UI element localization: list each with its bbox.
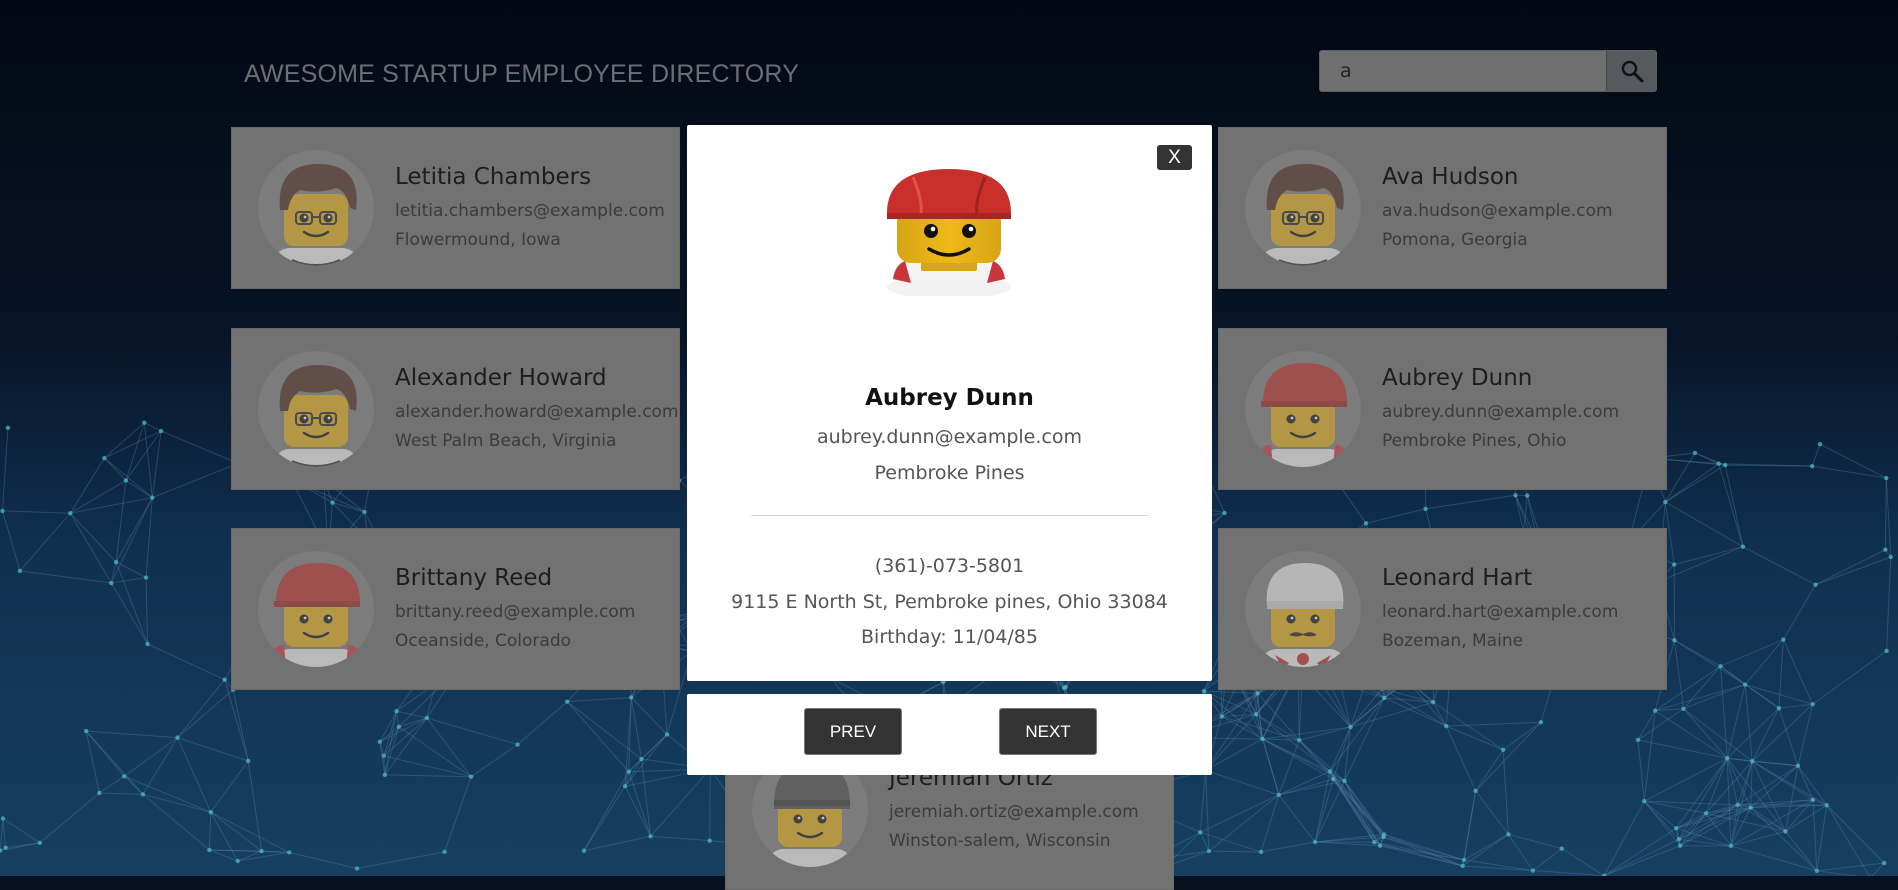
employee-name: Brittany Reed <box>395 565 552 591</box>
employee-card[interactable]: Leonard Hart leonard.hart@example.com Boze… <box>1218 528 1667 690</box>
modal-email: aubrey.dunn@example.com <box>687 426 1212 448</box>
modal-name: Aubrey Dunn <box>687 385 1212 411</box>
employee-email: letitia.chambers@example.com <box>395 201 665 221</box>
avatar <box>1245 551 1361 667</box>
employee-email: ava.hudson@example.com <box>1382 201 1613 221</box>
employee-name: Ava Hudson <box>1382 164 1519 190</box>
next-button[interactable]: NEXT <box>999 708 1097 755</box>
employee-name: Alexander Howard <box>395 365 607 391</box>
lego-red-helmet-icon <box>883 163 1016 296</box>
employee-location: Pomona, Georgia <box>1382 230 1528 250</box>
employee-card[interactable]: Aubrey Dunn aubrey.dunn@example.com Pembro… <box>1218 328 1667 490</box>
avatar <box>1245 351 1361 467</box>
modal-city: Pembroke Pines <box>687 462 1212 484</box>
employee-email: leonard.hart@example.com <box>1382 602 1618 622</box>
employee-name: Aubrey Dunn <box>1382 365 1532 391</box>
avatar <box>258 551 374 667</box>
lego-brown-hair-glasses-icon <box>258 351 374 467</box>
employee-modal: X Aub <box>687 125 1212 681</box>
modal-birthday: Birthday: 11/04/85 <box>687 626 1212 648</box>
lego-brown-hair-glasses-icon <box>258 150 374 266</box>
avatar <box>1245 150 1361 266</box>
employee-email: alexander.howard@example.com <box>395 402 679 422</box>
employee-location: Bozeman, Maine <box>1382 631 1523 651</box>
employee-location: Winston-salem, Wisconsin <box>889 831 1110 851</box>
employee-email: jeremiah.ortiz@example.com <box>889 802 1139 822</box>
modal-address: 9115 E North St, Pembroke pines, Ohio 33… <box>687 591 1212 613</box>
search-icon <box>1620 59 1644 83</box>
employee-card[interactable]: Ava Hudson ava.hudson@example.com Pomona, … <box>1218 127 1667 289</box>
modal-avatar <box>883 163 1016 296</box>
search-input[interactable] <box>1320 51 1606 91</box>
lego-chef-hat-icon <box>1245 551 1361 667</box>
prev-button[interactable]: PREV <box>804 708 902 755</box>
lego-brown-hair-glasses-icon <box>1245 150 1361 266</box>
employee-location: Flowermound, Iowa <box>395 230 561 250</box>
avatar <box>258 351 374 467</box>
modal-divider <box>751 515 1148 516</box>
lego-red-helmet-icon <box>1245 351 1361 467</box>
modal-phone: (361)-073-5801 <box>687 555 1212 577</box>
employee-location: West Palm Beach, Virginia <box>395 431 616 451</box>
employee-card[interactable]: Letitia Chambers letitia.chambers@example… <box>231 127 680 289</box>
employee-name: Letitia Chambers <box>395 164 591 190</box>
search-button[interactable] <box>1606 51 1656 91</box>
employee-email: brittany.reed@example.com <box>395 602 635 622</box>
employee-location: Pembroke Pines, Ohio <box>1382 431 1566 451</box>
lego-red-helmet-icon <box>258 551 374 667</box>
employee-name: Leonard Hart <box>1382 565 1532 591</box>
close-button[interactable]: X <box>1157 145 1192 170</box>
avatar <box>258 150 374 266</box>
search-bar <box>1319 50 1657 92</box>
page-title: AWESOME STARTUP EMPLOYEE DIRECTORY <box>244 60 799 89</box>
employee-card[interactable]: Brittany Reed brittany.reed@example.com Oc… <box>231 528 680 690</box>
employee-card[interactable]: Alexander Howard alexander.howard@example… <box>231 328 680 490</box>
modal-nav: PREV NEXT <box>687 694 1212 775</box>
employee-location: Oceanside, Colorado <box>395 631 571 651</box>
employee-email: aubrey.dunn@example.com <box>1382 402 1619 422</box>
